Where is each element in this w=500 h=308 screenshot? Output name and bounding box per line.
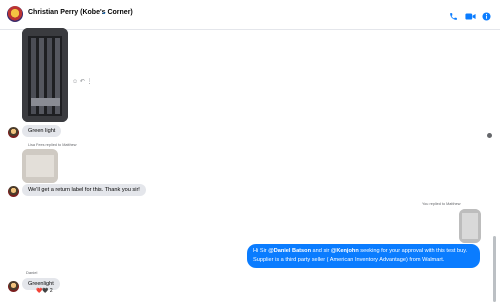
video-icon[interactable] bbox=[465, 8, 476, 26]
chat-avatar[interactable] bbox=[7, 6, 23, 22]
outgoing-message[interactable]: Hi Sir @Daniel Batson and sir @Kenjohn s… bbox=[247, 244, 480, 268]
replied-photo[interactable] bbox=[22, 149, 58, 183]
replied-photo[interactable] bbox=[459, 209, 481, 243]
sender-name: Daniel bbox=[26, 270, 38, 275]
message-bubble[interactable]: Green light bbox=[22, 125, 62, 137]
message-actions[interactable]: ☺ ↶ ⋮ bbox=[72, 78, 93, 85]
message-text: and sir bbox=[311, 248, 331, 254]
reaction-badge[interactable]: ❤️🖤 2 bbox=[36, 288, 53, 294]
avatar bbox=[8, 186, 19, 197]
mention-link[interactable]: @Daniel Batson bbox=[268, 248, 311, 254]
message-text: Hi Sir bbox=[253, 248, 269, 254]
chat-header: Christian Perry (Kobe's Corner) ⌄ — bbox=[0, 0, 500, 30]
mention-link[interactable]: @Kenjohn bbox=[331, 248, 359, 254]
chat-title[interactable]: Christian Perry (Kobe's Corner) bbox=[28, 9, 133, 16]
message-photo[interactable] bbox=[22, 28, 68, 122]
phone-icon[interactable] bbox=[449, 8, 458, 26]
scrollbar-thumb[interactable] bbox=[493, 236, 496, 302]
menu-dot[interactable] bbox=[487, 133, 492, 138]
message-bubble[interactable]: We'll get a return label for this. Thank… bbox=[22, 184, 146, 196]
avatar bbox=[8, 281, 19, 292]
reply-note: You replied to Matthew bbox=[422, 202, 461, 206]
chevron-down-icon[interactable]: ⌄ bbox=[101, 8, 107, 16]
avatar bbox=[8, 127, 19, 138]
reply-note: Lisa Fees replied to Matthew bbox=[28, 143, 77, 147]
info-icon[interactable] bbox=[482, 8, 491, 26]
message-list[interactable]: ☺ ↶ ⋮ Green light Lisa Fees replied to M… bbox=[0, 28, 488, 308]
